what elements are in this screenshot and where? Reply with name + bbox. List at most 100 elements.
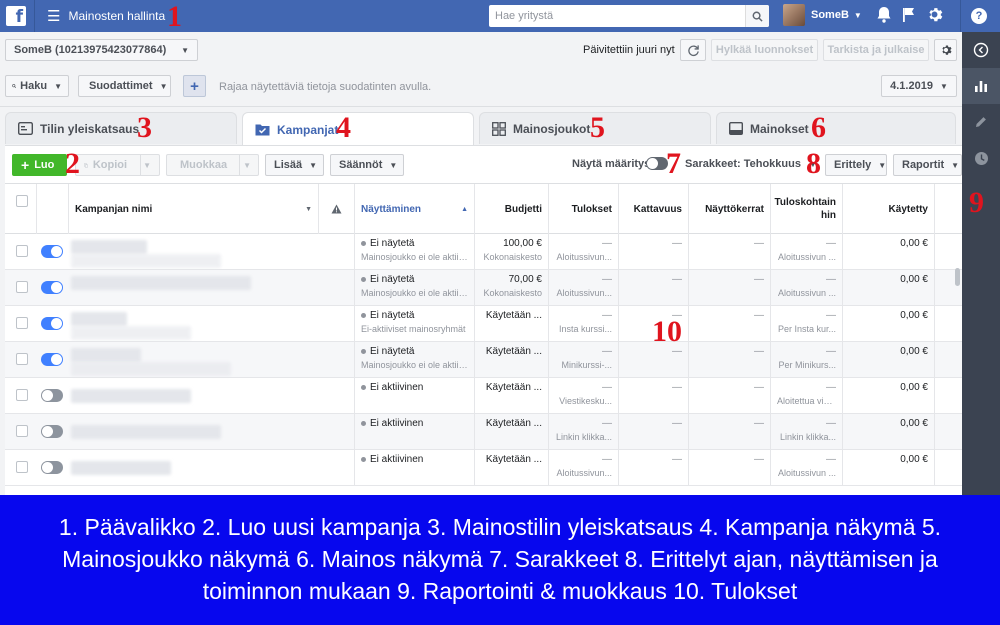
delivery-detail: Mainosjoukko ei ole aktiivinen — [361, 360, 468, 370]
budget-cell[interactable]: 70,00 € Kokonaiskesto — [475, 270, 549, 306]
impressions-value: — — [754, 418, 764, 429]
rail-history[interactable] — [962, 140, 1000, 176]
row-checkbox[interactable] — [16, 389, 28, 401]
show-definitions-toggle[interactable] — [646, 157, 668, 170]
date-range-picker[interactable]: 4.1.2019 ▼ — [881, 75, 957, 97]
toggle-header — [37, 184, 69, 234]
column-header-spent[interactable]: Käytetty — [843, 184, 935, 234]
table-row[interactable]: Ei näytetä Mainosjoukko ei ole aktiivine… — [5, 234, 962, 270]
notifications-bell-icon[interactable] — [876, 6, 892, 23]
annotation-2: 2 — [65, 147, 80, 180]
rail-collapse[interactable] — [962, 32, 1000, 68]
add-filter-button[interactable]: + — [183, 75, 206, 97]
filters-dropdown[interactable]: Suodattimet ▼ — [78, 75, 171, 97]
column-header-warning[interactable] — [319, 184, 355, 234]
rail-edit[interactable] — [962, 104, 1000, 140]
budget-cell[interactable]: Käytetään ... — [475, 342, 549, 378]
cost-per-result-value: — — [826, 454, 836, 465]
hamburger-menu-icon[interactable]: ☰ — [47, 7, 60, 25]
spent-value: 0,00 € — [900, 454, 928, 465]
chevron-down-icon: ▼ — [243, 160, 251, 170]
budget-cell[interactable]: 100,00 € Kokonaiskesto — [475, 234, 549, 270]
table-header: Kampanjan nimi ▼ Näyttäminen ▲ Budjetti … — [5, 184, 962, 234]
user-menu[interactable]: SomeB ▼ — [783, 4, 862, 26]
rules-dropdown[interactable]: Säännöt ▼ — [330, 154, 404, 176]
tab-campaigns[interactable]: Kampanjat — [242, 112, 474, 146]
cost-per-result-value: — — [826, 382, 836, 393]
table-row[interactable]: Ei aktiivinen Käytetään ... — Linkin kli… — [5, 414, 962, 450]
campaign-on-off-toggle[interactable] — [41, 353, 63, 366]
table-row[interactable]: Ei näytetä Ei-aktiiviset mainosryhmät Kä… — [5, 306, 962, 342]
row-checkbox[interactable] — [16, 317, 28, 329]
facebook-logo-icon[interactable]: f — [6, 6, 26, 26]
breakdown-dropdown[interactable]: Erittely ▼ — [825, 154, 887, 176]
row-checkbox[interactable] — [16, 425, 28, 437]
redacted-campaign-name — [71, 240, 147, 254]
budget-cell[interactable]: Käytetään ... — [475, 306, 549, 342]
rail-reporting[interactable] — [962, 68, 1000, 104]
table-row[interactable]: Ei näytetä Mainosjoukko ei ole aktiivine… — [5, 270, 962, 306]
search-icon[interactable] — [745, 5, 769, 27]
search-dropdown[interactable]: Haku ▼ — [5, 75, 69, 97]
more-dropdown[interactable]: Lisää ▼ — [265, 154, 324, 176]
tab-ads[interactable]: Mainokset — [716, 112, 956, 144]
refresh-button[interactable] — [680, 39, 706, 61]
campaign-on-off-toggle[interactable] — [41, 281, 63, 294]
gear-icon[interactable] — [926, 6, 943, 23]
date-range-label: 4.1.2019 — [890, 80, 933, 92]
help-icon[interactable]: ? — [971, 8, 987, 24]
app-title[interactable]: Mainosten hallinta — [68, 9, 165, 23]
row-checkbox[interactable] — [16, 281, 28, 293]
budget-cell[interactable]: Käytetään ... — [475, 450, 549, 486]
budget-cell[interactable]: Käytetään ... — [475, 378, 549, 414]
budget-cell[interactable]: Käytetään ... — [475, 414, 549, 450]
row-checkbox[interactable] — [16, 245, 28, 257]
column-header-delivery[interactable]: Näyttäminen ▲ — [355, 184, 475, 234]
campaign-on-off-toggle[interactable] — [41, 389, 63, 402]
business-search-input[interactable] — [489, 6, 745, 26]
row-checkbox[interactable] — [16, 461, 28, 473]
campaign-on-off-toggle[interactable] — [41, 245, 63, 258]
campaign-on-off-toggle[interactable] — [41, 461, 63, 474]
account-selector[interactable]: SomeB (10213975423077864) ▼ — [5, 39, 198, 61]
column-header-budget[interactable]: Budjetti — [475, 184, 549, 234]
impressions-value: — — [754, 238, 764, 249]
column-header-impressions[interactable]: Näyttökerrat — [689, 184, 771, 234]
status-dot — [361, 312, 366, 318]
tab-account-overview[interactable]: Tilin yleiskatsaus — [5, 112, 237, 144]
row-warning-cell — [319, 306, 355, 342]
status-dot — [361, 384, 366, 390]
table-row[interactable]: Ei aktiivinen Käytetään ... — Aloitussiv… — [5, 450, 962, 486]
row-warning-cell — [319, 414, 355, 450]
campaign-on-off-toggle[interactable] — [41, 425, 63, 438]
filter-hint[interactable]: Rajaa näytettäviä tietoja suodatinten av… — [219, 81, 431, 93]
flag-icon[interactable] — [902, 7, 916, 23]
redacted-campaign-name — [71, 362, 231, 376]
settings-button[interactable] — [934, 39, 957, 61]
row-checkbox[interactable] — [16, 353, 28, 365]
column-header-reach[interactable]: Kattavuus — [619, 184, 689, 234]
select-all-checkbox[interactable] — [16, 195, 28, 207]
column-header-results[interactable]: Tulokset — [549, 184, 619, 234]
campaign-on-off-toggle[interactable] — [41, 317, 63, 330]
columns-dropdown[interactable]: Sarakkeet: Tehokkuus ▼ — [685, 158, 817, 170]
spent-value: 0,00 € — [900, 274, 928, 285]
annotation-4: 4 — [336, 111, 351, 144]
table-row[interactable]: Ei näytetä Mainosjoukko ei ole aktiivine… — [5, 342, 962, 378]
create-campaign-button[interactable]: + Luo — [12, 154, 67, 176]
edit-button[interactable]: Muokkaa ▼ — [166, 154, 259, 176]
bar-chart-icon — [975, 81, 987, 92]
table-scrollbar[interactable] — [955, 268, 960, 286]
delivery-status: Ei näytetä — [370, 310, 415, 321]
review-publish-button[interactable]: Tarkista ja julkaise — [823, 39, 929, 61]
table-row[interactable]: Ei aktiivinen Käytetään ... — Viestikesk… — [5, 378, 962, 414]
status-dot — [361, 348, 366, 354]
chevron-down-icon: ▼ — [853, 10, 862, 20]
duplicate-button[interactable]: Kopioi ▼ — [75, 154, 160, 176]
top-bar: f ☰ Mainosten hallinta SomeB ▼ ? — [0, 0, 1000, 32]
column-header-name[interactable]: Kampanjan nimi ▼ — [69, 184, 319, 234]
column-header-cost-per-result[interactable]: Tuloskohtain hin — [771, 184, 843, 234]
annotation-5: 5 — [590, 111, 605, 144]
discard-drafts-button[interactable]: Hylkää luonnokset — [711, 39, 818, 61]
reports-dropdown[interactable]: Raportit ▼ — [893, 154, 962, 176]
